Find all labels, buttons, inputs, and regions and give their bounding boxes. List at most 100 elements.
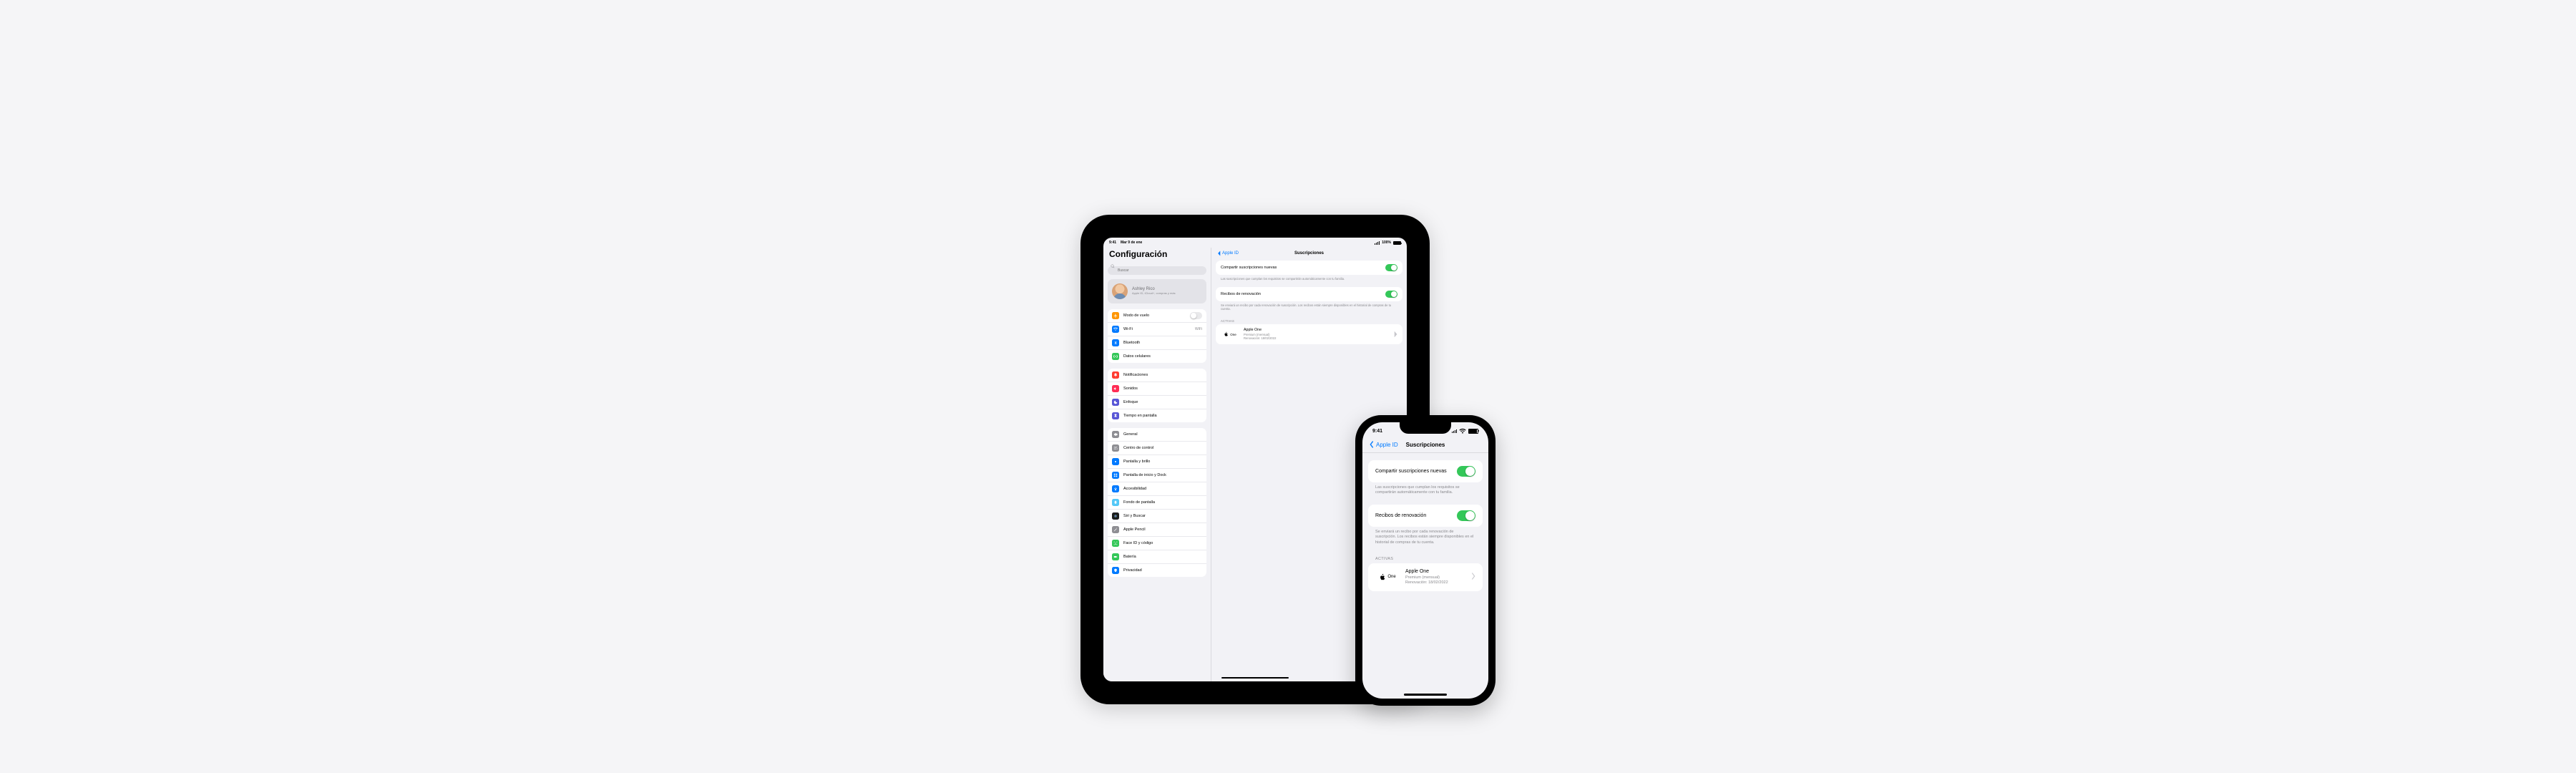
row-sounds[interactable]: Sonidos	[1108, 381, 1206, 395]
receipt-card: Recibos de renovación	[1216, 287, 1402, 301]
back-button[interactable]: Apple ID	[1217, 251, 1239, 256]
search-input[interactable]	[1108, 266, 1206, 275]
row-pencil[interactable]: Apple Pencil	[1108, 522, 1206, 536]
group-connectivity: Modo de vuelo Wi-Fi WiFi Bluetooth	[1108, 309, 1206, 363]
share-card: Compartir suscripciones nuevas	[1216, 261, 1402, 275]
row-accessibility[interactable]: Accesibilidad	[1108, 482, 1206, 495]
battery-icon	[1393, 241, 1401, 245]
group-notifications: Notificaciones Sonidos Enfoque Tiem	[1108, 369, 1206, 422]
sliders-icon	[1112, 444, 1119, 452]
row-label: Sonidos	[1123, 386, 1202, 391]
row-label: General	[1123, 432, 1202, 437]
receipt-label: Recibos de renovación	[1375, 513, 1426, 518]
back-label: Apple ID	[1376, 442, 1398, 448]
profile-sub: Apple ID, iCloud+, compras y más	[1132, 292, 1176, 296]
row-label: Privacidad	[1123, 568, 1202, 573]
subscription-row[interactable]: One Apple One Premium (mensual) Renovaci…	[1216, 324, 1402, 344]
settings-sidebar: Configuración Ashley Rico Apple ID, iClo…	[1103, 248, 1211, 681]
row-home-screen[interactable]: Pantalla de inicio y Dock	[1108, 468, 1206, 482]
row-label: Bluetooth	[1123, 341, 1202, 345]
sub-name: Apple One	[1405, 569, 1465, 575]
apple-one-logo: One	[1375, 569, 1400, 585]
airplane-icon	[1112, 312, 1119, 319]
profile-card[interactable]: Ashley Rico Apple ID, iCloud+, compras y…	[1108, 279, 1206, 303]
search-icon	[1111, 264, 1115, 268]
back-label: Apple ID	[1222, 251, 1239, 256]
row-cellular[interactable]: Datos celulares	[1108, 349, 1206, 363]
row-label: Enfoque	[1123, 400, 1202, 404]
avatar	[1112, 283, 1128, 299]
device-stage: 9:41 Mar 9 de ene 100% Configuración	[1080, 215, 1496, 723]
battery-icon	[1112, 553, 1119, 560]
share-toggle-row[interactable]: Compartir suscripciones nuevas	[1216, 261, 1402, 275]
row-label: Apple Pencil	[1123, 528, 1202, 532]
row-label: Accesibilidad	[1123, 487, 1202, 491]
active-header: Activas	[1216, 317, 1402, 324]
row-siri[interactable]: Siri y Buscar	[1108, 509, 1206, 522]
pencil-icon	[1112, 526, 1119, 533]
share-switch[interactable]	[1457, 466, 1475, 477]
hourglass-icon	[1112, 412, 1119, 419]
receipt-card: Recibos de renovación	[1368, 505, 1483, 527]
row-label: Notificaciones	[1123, 373, 1202, 377]
speaker-icon	[1112, 385, 1119, 392]
share-toggle-row[interactable]: Compartir suscripciones nuevas	[1368, 460, 1483, 482]
share-label: Compartir suscripciones nuevas	[1221, 266, 1277, 270]
flower-icon	[1112, 499, 1119, 506]
cellular-icon	[1112, 353, 1119, 360]
share-footer: Las suscripciones que cumplan los requis…	[1216, 275, 1402, 287]
sidebar-title: Configuración	[1106, 248, 1208, 262]
row-display[interactable]: Pantalla y brillo	[1108, 454, 1206, 468]
sub-line1: Premium (mensual)	[1405, 575, 1465, 580]
apple-one-logo: One	[1221, 329, 1239, 340]
chevron-right-icon	[1471, 570, 1475, 583]
row-label: Batería	[1123, 555, 1202, 559]
iphone-header: Apple ID Suscripciones	[1362, 439, 1488, 453]
home-indicator[interactable]	[1404, 694, 1447, 696]
wifi-icon	[1375, 241, 1380, 245]
row-battery[interactable]: Batería	[1108, 550, 1206, 563]
row-label: Datos celulares	[1123, 354, 1202, 359]
iphone-back-button[interactable]: Apple ID	[1370, 441, 1398, 448]
group-general: General Centro de control Pantalla y bri…	[1108, 428, 1206, 577]
sub-line2: Renovación: 18/02/2022	[1405, 580, 1465, 585]
bell-icon	[1112, 371, 1119, 379]
receipt-toggle-row[interactable]: Recibos de renovación	[1368, 505, 1483, 527]
row-bluetooth[interactable]: Bluetooth	[1108, 336, 1206, 349]
share-switch[interactable]	[1385, 264, 1397, 271]
row-privacy[interactable]: Privacidad	[1108, 563, 1206, 577]
row-label: Modo de vuelo	[1123, 313, 1190, 318]
detail-title: Suscripciones	[1211, 251, 1407, 256]
signal-icon	[1452, 429, 1457, 433]
accessibility-icon	[1112, 485, 1119, 492]
row-screentime[interactable]: Tiempo en pantalla	[1108, 409, 1206, 422]
share-footer: Las suscripciones que cumplan los requis…	[1368, 482, 1483, 505]
receipt-switch[interactable]	[1457, 510, 1475, 521]
receipt-toggle-row[interactable]: Recibos de renovación	[1216, 287, 1402, 301]
hand-icon	[1112, 567, 1119, 574]
detail-header: Apple ID Suscripciones	[1211, 248, 1407, 261]
row-faceid[interactable]: Face ID y código	[1108, 536, 1206, 550]
subscription-row[interactable]: One Apple One Premium (mensual) Renovaci…	[1368, 563, 1483, 591]
gear-icon	[1112, 431, 1119, 438]
row-label: Siri y Buscar	[1123, 514, 1202, 518]
row-general[interactable]: General	[1108, 428, 1206, 441]
row-wifi[interactable]: Wi-Fi WiFi	[1108, 322, 1206, 336]
row-airplane[interactable]: Modo de vuelo	[1108, 309, 1206, 322]
bluetooth-icon	[1112, 339, 1119, 346]
iphone-notch	[1400, 422, 1451, 434]
receipt-footer: Se enviará un recibo por cada renovación…	[1216, 301, 1402, 317]
receipt-switch[interactable]	[1385, 291, 1397, 298]
battery-icon	[1468, 429, 1478, 434]
receipt-footer: Se enviará un recibo por cada renovación…	[1368, 527, 1483, 554]
airplane-switch[interactable]	[1190, 312, 1202, 319]
search-field[interactable]	[1108, 262, 1206, 275]
row-wallpaper[interactable]: Fondo de pantalla	[1108, 495, 1206, 509]
share-label: Compartir suscripciones nuevas	[1375, 469, 1447, 474]
row-label: Face ID y código	[1123, 541, 1202, 545]
home-indicator[interactable]	[1221, 677, 1289, 679]
row-focus[interactable]: Enfoque	[1108, 395, 1206, 409]
share-card: Compartir suscripciones nuevas	[1368, 460, 1483, 482]
row-notifications[interactable]: Notificaciones	[1108, 369, 1206, 381]
row-control-center[interactable]: Centro de control	[1108, 441, 1206, 454]
